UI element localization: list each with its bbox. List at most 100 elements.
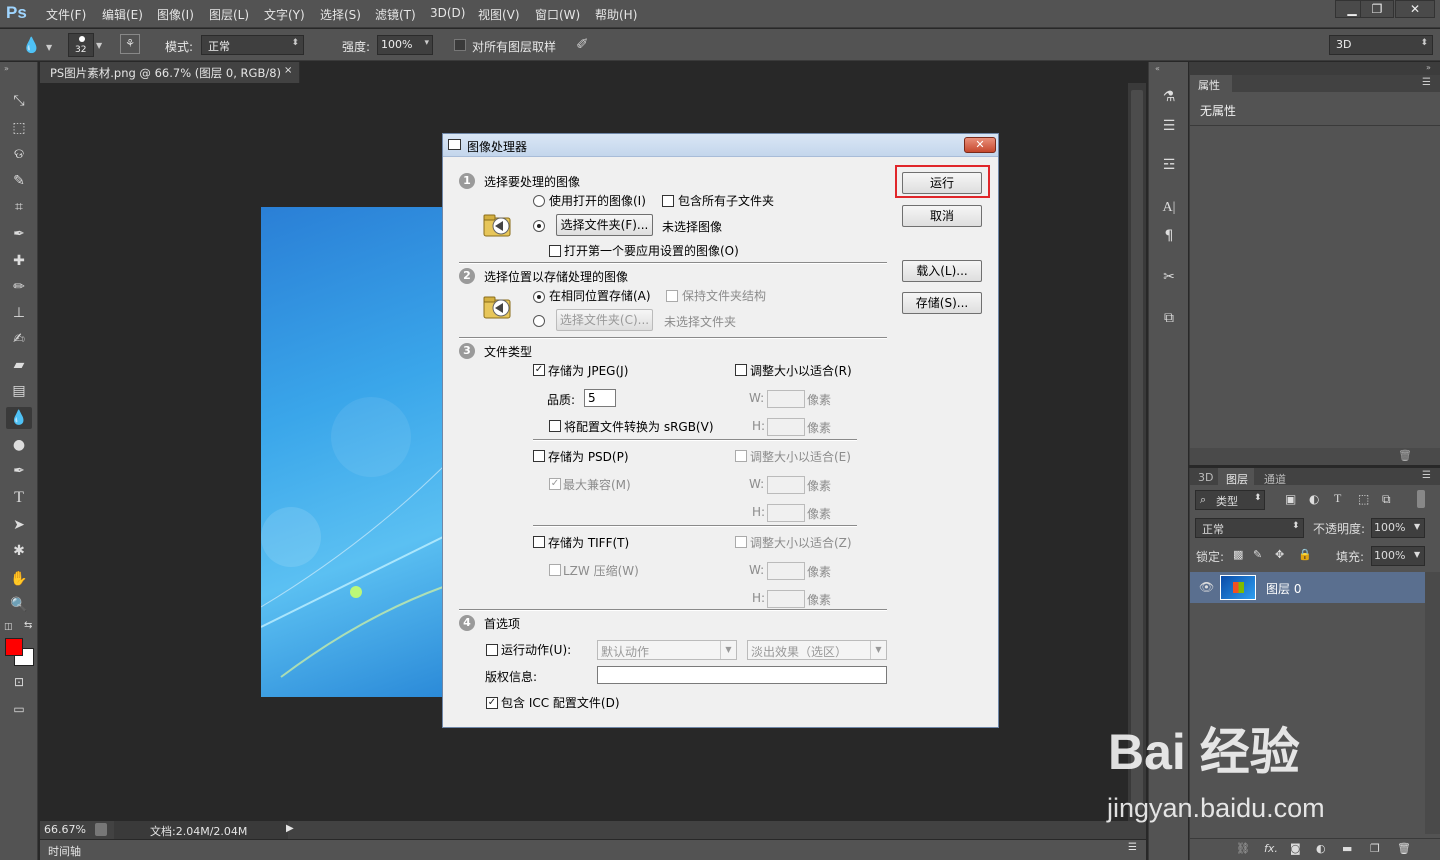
convert-srgb-checkbox[interactable]: [549, 420, 561, 432]
layer-row[interactable]: 👁 图层 0: [1190, 572, 1425, 603]
collapse-icons-icon[interactable]: «: [1155, 64, 1160, 73]
quick-mask-icon[interactable]: ⊡: [6, 671, 32, 693]
open-first-image-checkbox[interactable]: [549, 245, 561, 257]
group-folder-icon[interactable]: ▬: [1342, 842, 1352, 855]
save-tiff-checkbox[interactable]: [533, 536, 545, 548]
layer-visibility-eye-icon[interactable]: 👁: [1199, 580, 1214, 594]
add-mask-icon[interactable]: ◙: [1290, 842, 1301, 855]
choose-dest-folder-radio[interactable]: [533, 315, 545, 327]
swap-colors-icon[interactable]: ⇆: [24, 620, 32, 631]
shape-tool-icon[interactable]: ✱: [6, 540, 32, 562]
run-action-checkbox[interactable]: [486, 644, 498, 656]
gradient-tool-icon[interactable]: ▤: [6, 380, 32, 402]
blend-mode-select[interactable]: 正常 ⬍: [1195, 518, 1304, 538]
save-jpeg-checkbox[interactable]: ✓: [533, 364, 545, 376]
brush-dropdown-icon[interactable]: ▼: [96, 41, 102, 50]
sample-all-layers-checkbox[interactable]: [454, 39, 466, 51]
quality-input[interactable]: 5: [584, 389, 616, 407]
dialog-titlebar[interactable]: 图像处理器 ✕: [443, 134, 998, 157]
copyright-input[interactable]: [597, 666, 887, 684]
max-compatibility-checkbox[interactable]: ✓: [549, 478, 561, 490]
filter-adjustment-icon[interactable]: ◐: [1309, 492, 1319, 506]
foreground-color-swatch[interactable]: [5, 638, 23, 656]
cancel-button[interactable]: 取消: [902, 205, 982, 227]
layers-menu-icon[interactable]: ☰: [1422, 470, 1431, 481]
close-tab-icon[interactable]: ×: [284, 65, 292, 76]
lasso-tool-icon[interactable]: ଡ: [6, 143, 32, 165]
type-tool-icon[interactable]: T: [6, 487, 32, 509]
close-window-button[interactable]: ✕: [1395, 0, 1435, 18]
eyedropper-tool-icon[interactable]: ✒: [6, 223, 32, 245]
brush-preset-picker[interactable]: 32: [68, 33, 94, 57]
move-tool-icon[interactable]: ⤡: [6, 90, 32, 112]
mode-select[interactable]: 正常 ⬍: [201, 35, 304, 55]
menu-select[interactable]: 选择(S): [320, 6, 361, 23]
choose-folder-radio[interactable]: [533, 220, 545, 232]
keep-structure-checkbox[interactable]: [666, 290, 678, 302]
menu-file[interactable]: 文件(F): [46, 6, 86, 23]
lzw-compression-checkbox[interactable]: [549, 564, 561, 576]
opacity-field[interactable]: 100% ▼: [1371, 518, 1425, 538]
menu-window[interactable]: 窗口(W): [535, 6, 580, 23]
pen-tool-icon[interactable]: ✒: [6, 460, 32, 482]
lock-position-icon[interactable]: ✥: [1275, 548, 1284, 561]
save-settings-button[interactable]: 存储(S)...: [902, 292, 982, 314]
blur-tool-icon[interactable]: 💧: [22, 36, 41, 54]
menu-type[interactable]: 文字(Y): [264, 6, 305, 23]
clone-stamp-tool-icon[interactable]: ⊥: [6, 302, 32, 324]
lock-pixels-icon[interactable]: ✎: [1253, 548, 1262, 561]
zoom-tool-icon[interactable]: 🔍: [6, 594, 32, 616]
lock-all-icon[interactable]: 🔒: [1298, 548, 1312, 561]
status-menu-arrow-icon[interactable]: ▶: [286, 823, 294, 834]
menu-help[interactable]: 帮助(H): [595, 6, 637, 23]
layer-comps-icon[interactable]: ☲: [1157, 154, 1181, 176]
dodge-tool-icon[interactable]: ●: [6, 434, 32, 456]
tiff-width-input[interactable]: [767, 562, 805, 580]
filter-shape-icon[interactable]: ⬚: [1358, 492, 1369, 506]
tab-channels[interactable]: 通道: [1264, 471, 1286, 487]
collapse-panel-icon[interactable]: »: [1426, 63, 1431, 72]
fx-icon[interactable]: fx.: [1264, 842, 1278, 855]
crop-tool-icon[interactable]: ⌗: [6, 196, 32, 218]
status-preview-icon[interactable]: [95, 823, 107, 836]
brush-panel-icon[interactable]: ⚘: [120, 34, 140, 54]
layers-scrollbar[interactable]: [1425, 572, 1440, 834]
filter-toggle-switch[interactable]: [1417, 490, 1425, 508]
include-subfolders-checkbox[interactable]: [662, 195, 674, 207]
tool-preset-arrow-icon[interactable]: ▼: [46, 43, 52, 52]
restore-button[interactable]: ❐: [1360, 0, 1394, 18]
psd-resize-checkbox[interactable]: [735, 450, 747, 462]
menu-layer[interactable]: 图层(L): [209, 6, 249, 23]
brush-tool-icon[interactable]: ✏: [6, 276, 32, 298]
history-brush-tool-icon[interactable]: ✍: [6, 328, 32, 350]
menu-view[interactable]: 视图(V): [478, 6, 520, 23]
jpeg-resize-checkbox[interactable]: [735, 364, 747, 376]
marquee-tool-icon[interactable]: ⬚: [6, 117, 32, 139]
collapse-tools-icon[interactable]: »: [4, 64, 9, 73]
blur-tool-active-icon[interactable]: 💧: [6, 407, 32, 429]
timeline-label[interactable]: 时间轴: [48, 843, 81, 859]
path-select-tool-icon[interactable]: ➤: [6, 514, 32, 536]
history-panel-icon[interactable]: ⚗: [1157, 86, 1181, 108]
menu-3d[interactable]: 3D(D): [430, 6, 465, 20]
tab-layers[interactable]: 图层: [1218, 468, 1254, 486]
properties-menu-icon[interactable]: ☰: [1422, 77, 1431, 88]
jpeg-width-input[interactable]: [767, 390, 805, 408]
action-set-select[interactable]: 默认动作 ▼: [597, 640, 737, 660]
link-layers-icon[interactable]: ⛓: [1236, 842, 1250, 855]
properties-trash-icon[interactable]: 🗑: [1398, 449, 1412, 462]
zoom-level[interactable]: 66.67%: [44, 823, 86, 836]
psd-height-input[interactable]: [767, 504, 805, 522]
eraser-tool-icon[interactable]: ▰: [6, 354, 32, 376]
healing-brush-tool-icon[interactable]: ✚: [6, 250, 32, 272]
load-button[interactable]: 载入(L)...: [902, 260, 982, 282]
paragraph-panel-icon[interactable]: ¶: [1157, 225, 1181, 247]
choose-dest-folder-button[interactable]: 选择文件夹(C)...: [556, 309, 653, 331]
dialog-close-button[interactable]: ✕: [964, 137, 996, 153]
quick-select-tool-icon[interactable]: ✎: [6, 170, 32, 192]
tool-presets-icon[interactable]: ✂: [1157, 266, 1181, 288]
strength-field[interactable]: 100% ▾: [377, 35, 433, 55]
choose-source-folder-button[interactable]: 选择文件夹(F)...: [556, 214, 653, 236]
save-psd-checkbox[interactable]: [533, 450, 545, 462]
character-panel-icon[interactable]: A|: [1157, 197, 1181, 219]
